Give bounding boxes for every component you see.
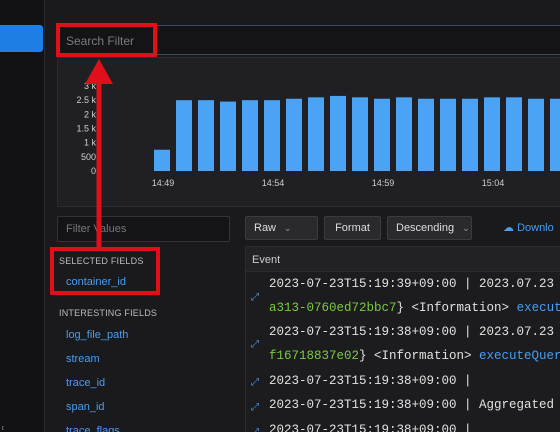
app-root: ᵗ Search Filter 3 k 2.5 k2 k 1.5 k1 k 500 0 1… [0,0,560,432]
annotation-arrow-head [85,59,113,84]
annotation-arrow [85,59,113,247]
